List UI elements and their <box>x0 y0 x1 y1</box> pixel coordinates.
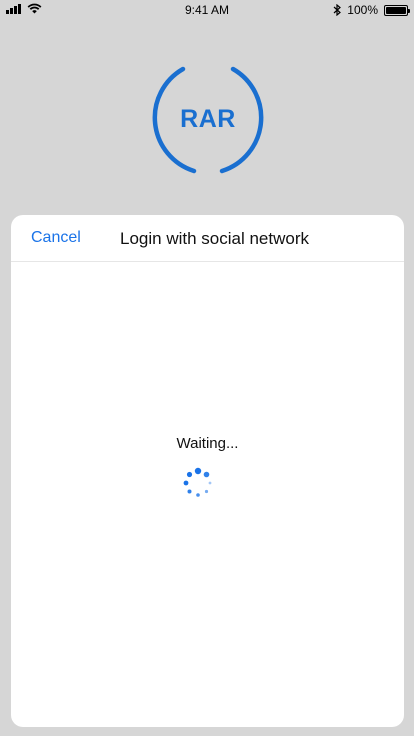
login-sheet: Cancel Login with social network Waiting… <box>11 215 404 727</box>
sheet-header: Cancel Login with social network <box>11 215 404 262</box>
status-bar: 9:41 AM 100% <box>0 0 414 20</box>
bluetooth-icon <box>333 4 342 16</box>
loading-spinner-icon <box>183 467 212 497</box>
status-right: 100% <box>333 3 410 17</box>
waiting-text: Waiting... <box>176 435 239 452</box>
battery-icon <box>384 4 410 16</box>
sheet-title: Login with social network <box>120 229 309 248</box>
logo-text: RAR <box>180 105 236 133</box>
logo: RAR <box>149 65 267 175</box>
battery-percentage: 100% <box>347 3 378 17</box>
